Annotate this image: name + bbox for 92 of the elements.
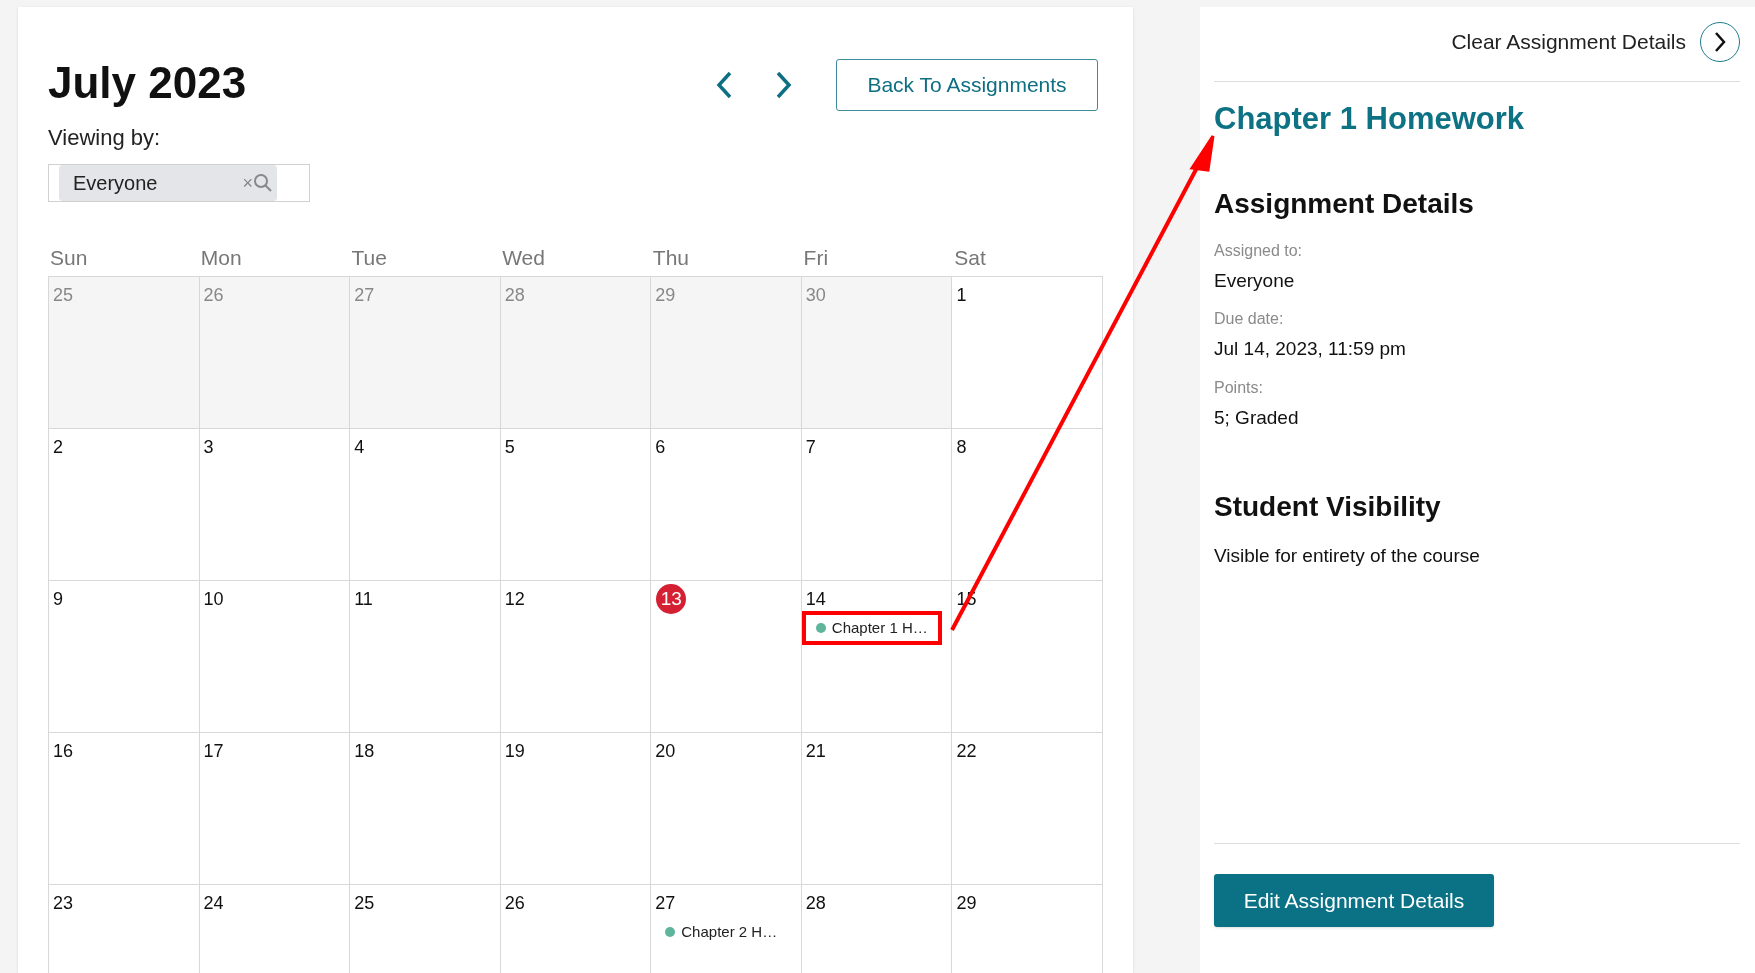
day-cell[interactable]: 27 Chapter 2 H… — [651, 885, 802, 973]
day-number: 24 — [203, 892, 224, 915]
day-number: 29 — [655, 284, 676, 307]
day-cell[interactable]: 29 — [952, 885, 1103, 973]
day-cell[interactable]: 23 — [49, 885, 200, 973]
calendar-event[interactable]: Chapter 1 H… — [801, 611, 942, 645]
day-number: 5 — [504, 436, 515, 459]
day-cell[interactable]: 4 — [350, 429, 501, 581]
day-number: 20 — [655, 740, 676, 763]
day-number: 27 — [655, 892, 676, 915]
field-value: Everyone — [1214, 268, 1296, 293]
day-cell[interactable]: 7 — [801, 429, 953, 581]
field-label: Due date: — [1214, 309, 1285, 329]
day-cell[interactable]: 16 — [49, 733, 200, 885]
day-cell[interactable]: 20 — [651, 733, 802, 885]
day-number: 3 — [203, 436, 214, 459]
month-title: July 2023 — [48, 57, 247, 109]
field-value: Jul 14, 2023, 11:59 pm — [1214, 337, 1407, 361]
day-cell[interactable]: 11 — [350, 581, 501, 733]
day-number: 14 — [805, 588, 826, 611]
day-cell[interactable]: 28 — [801, 885, 953, 973]
day-cell[interactable]: 18 — [350, 733, 501, 885]
day-cell[interactable]: 21 — [801, 733, 953, 885]
day-number: 1 — [956, 284, 967, 307]
day-cell[interactable]: 12 — [500, 581, 652, 733]
day-cell[interactable]: 2 — [49, 429, 200, 581]
clear-assignment-details-link[interactable]: Clear Assignment Details — [1451, 26, 1686, 58]
visibility-text: Visible for entirety of the course — [1214, 544, 1481, 568]
day-cell[interactable]: 14 Chapter 1 H… — [801, 581, 953, 733]
chevron-left-icon — [715, 70, 733, 100]
day-number: 17 — [203, 740, 224, 763]
day-cell[interactable]: 13 — [651, 581, 802, 733]
day-number: 18 — [354, 740, 375, 763]
day-number: 23 — [53, 892, 74, 915]
day-number: 28 — [504, 284, 525, 307]
day-number: 26 — [504, 892, 525, 915]
day-cell[interactable]: 17 — [199, 733, 351, 885]
viewing-by-label: Viewing by: — [48, 124, 162, 152]
back-to-assignments-button[interactable]: Back To Assignments — [836, 59, 1098, 111]
weekday-header: Mon — [199, 245, 243, 271]
field-value: 5; Graded — [1214, 405, 1300, 430]
day-number: 8 — [956, 436, 967, 459]
day-cell[interactable]: 1 — [952, 277, 1103, 429]
day-cell[interactable]: 25 — [350, 885, 501, 973]
day-number: 22 — [956, 740, 977, 763]
day-cell[interactable]: 5 — [500, 429, 652, 581]
filter-field[interactable]: Everyone × — [48, 164, 310, 202]
assignment-title: Chapter 1 Homework — [1214, 100, 1526, 138]
day-number: 10 — [203, 588, 224, 611]
weekday-header: Thu — [651, 245, 691, 271]
day-number: 27 — [354, 284, 375, 307]
weekday-header: Sun — [49, 245, 89, 271]
day-number: 11 — [354, 588, 373, 611]
field-label: Assigned to: — [1214, 240, 1304, 261]
section-heading: Student Visibility — [1214, 490, 1442, 524]
day-cell[interactable]: 3 — [199, 429, 351, 581]
day-number: 30 — [805, 284, 826, 307]
weekday-header: Tue — [350, 245, 388, 271]
chevron-right-icon — [775, 70, 793, 100]
day-cell[interactable]: 9 — [49, 581, 200, 733]
day-cell[interactable]: 10 — [199, 581, 351, 733]
day-number: 6 — [655, 436, 666, 459]
weekday-header: Fri — [802, 245, 830, 271]
day-cell[interactable]: 8 — [952, 429, 1103, 581]
day-cell[interactable]: 26 — [500, 885, 652, 973]
day-number: 16 — [53, 740, 74, 763]
day-cell[interactable]: 22 — [952, 733, 1103, 885]
day-number: 28 — [805, 892, 826, 915]
day-number: 25 — [354, 892, 375, 915]
day-number: 19 — [504, 740, 525, 763]
day-number: 12 — [504, 588, 525, 611]
filter-value: Everyone — [73, 171, 159, 196]
weekday-header: Wed — [501, 245, 546, 271]
edit-assignment-details-button[interactable]: Edit Assignment Details — [1214, 874, 1494, 927]
day-number: 29 — [956, 892, 977, 915]
day-number: 7 — [805, 436, 816, 459]
today-date-badge: 13 — [656, 584, 687, 614]
day-number: 26 — [203, 284, 224, 307]
section-heading: Assignment Details — [1214, 186, 1475, 221]
search-icon — [253, 173, 273, 193]
day-number: 21 — [805, 740, 826, 763]
calendar-event[interactable]: Chapter 2 H… — [655, 915, 788, 949]
day-number: 9 — [53, 588, 63, 611]
chevron-right-icon — [1713, 31, 1727, 53]
day-cell[interactable]: 24 — [199, 885, 351, 973]
weekday-header: Sat — [953, 245, 987, 271]
day-cell[interactable]: 19 — [500, 733, 652, 885]
day-number: 2 — [53, 436, 63, 459]
day-number: 25 — [53, 284, 74, 307]
field-label: Points: — [1214, 377, 1264, 398]
day-cell[interactable]: 6 — [651, 429, 802, 581]
day-number: 4 — [354, 436, 365, 459]
